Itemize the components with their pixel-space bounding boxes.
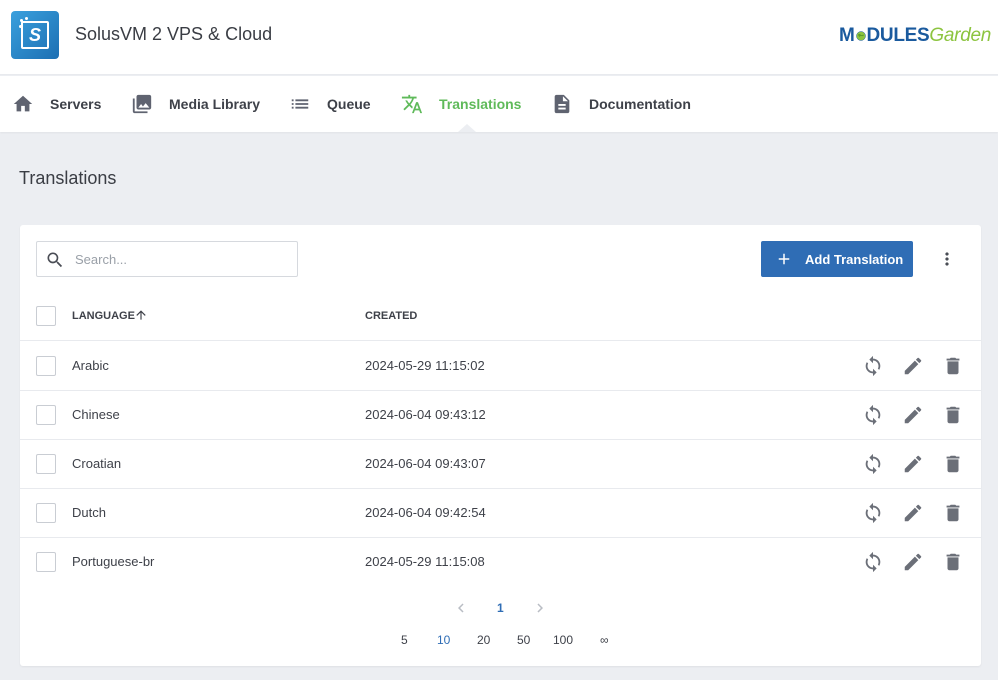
language-cell: Portuguese-br — [72, 554, 155, 569]
pagination: 1 — [20, 597, 981, 621]
document-icon — [554, 94, 570, 114]
sync-button[interactable] — [862, 404, 884, 426]
add-translation-button[interactable]: Add Translation — [761, 241, 913, 277]
edit-button[interactable] — [902, 551, 924, 573]
edit-button[interactable] — [902, 502, 924, 524]
table-row: Portuguese-br 2024-05-29 11:15:08 — [20, 538, 981, 587]
pencil-icon — [904, 504, 922, 522]
created-cell: 2024-06-04 09:43:07 — [365, 456, 486, 471]
sync-icon — [865, 453, 881, 475]
edit-button[interactable] — [902, 453, 924, 475]
search-input[interactable] — [75, 242, 290, 276]
translations-card: Add Translation LANGUAGE CREATED Arabic … — [20, 225, 981, 666]
row-checkbox[interactable] — [36, 356, 56, 376]
search-icon — [47, 252, 63, 268]
created-cell: 2024-05-29 11:15:08 — [365, 554, 485, 569]
page-size-option[interactable]: 20 — [477, 633, 490, 647]
column-header-language[interactable]: LANGUAGE — [72, 310, 135, 322]
trash-icon — [946, 504, 960, 522]
trash-icon — [946, 455, 960, 473]
table-header: LANGUAGE CREATED — [20, 292, 981, 341]
sort-ascending-icon[interactable] — [134, 308, 148, 322]
app-title: SolusVM 2 VPS & Cloud — [75, 24, 273, 44]
table-row: Chinese 2024-06-04 09:43:12 — [20, 391, 981, 440]
delete-button[interactable] — [942, 502, 964, 524]
pencil-icon — [904, 553, 922, 571]
image-library-icon — [132, 94, 152, 114]
delete-button[interactable] — [942, 551, 964, 573]
table-row: Croatian 2024-06-04 09:43:07 — [20, 440, 981, 489]
created-cell: 2024-06-04 09:42:54 — [365, 505, 486, 520]
sync-button[interactable] — [862, 453, 884, 475]
page-size-selector: 5 10 20 50 100 ∞ — [20, 633, 981, 653]
main-nav: Servers Media Library Queue Translations… — [0, 76, 998, 132]
home-icon — [13, 95, 33, 112]
row-checkbox[interactable] — [36, 454, 56, 474]
top-bar: S SolusVM 2 VPS & Cloud M DULES Garden — [0, 0, 998, 75]
sync-icon — [865, 551, 881, 573]
pencil-icon — [904, 406, 922, 424]
sync-icon — [865, 355, 881, 377]
plus-icon — [778, 253, 790, 265]
modulesgarden-logo: M DULES Garden — [839, 25, 991, 46]
language-cell: Arabic — [72, 358, 109, 373]
trash-icon — [946, 357, 960, 375]
page-size-option[interactable]: ∞ — [600, 633, 609, 647]
row-checkbox[interactable] — [36, 503, 56, 523]
sync-icon — [865, 502, 881, 524]
created-cell: 2024-06-04 09:43:12 — [365, 407, 486, 422]
delete-button[interactable] — [942, 355, 964, 377]
chevron-left-icon[interactable] — [452, 599, 470, 617]
delete-button[interactable] — [942, 404, 964, 426]
list-icon — [291, 99, 309, 109]
edit-button[interactable] — [902, 355, 924, 377]
sync-button[interactable] — [862, 355, 884, 377]
created-cell: 2024-05-29 11:15:02 — [365, 358, 485, 373]
page-title: Translations — [19, 168, 117, 188]
chevron-right-icon[interactable] — [531, 599, 549, 617]
page-size-option-selected[interactable]: 10 — [437, 633, 450, 647]
language-cell: Dutch — [72, 505, 106, 520]
nav-item-media-library[interactable]: Media Library — [131, 76, 260, 132]
page-size-option[interactable]: 50 — [517, 633, 530, 647]
sync-icon — [865, 404, 881, 426]
language-cell: Croatian — [72, 456, 122, 471]
column-header-created[interactable]: CREATED — [365, 310, 417, 322]
row-checkbox[interactable] — [36, 405, 56, 425]
solusvm-logo: S — [11, 11, 59, 59]
more-vertical-icon — [945, 252, 949, 266]
language-cell: Chinese — [72, 407, 120, 422]
trash-icon — [946, 553, 960, 571]
delete-button[interactable] — [942, 453, 964, 475]
nav-item-documentation[interactable]: Documentation — [551, 76, 691, 132]
table-row: Arabic 2024-05-29 11:15:02 — [20, 342, 981, 391]
globe-icon — [855, 31, 866, 41]
pencil-icon — [904, 455, 922, 473]
page-size-option[interactable]: 100 — [553, 633, 573, 647]
active-tab-indicator — [458, 124, 476, 132]
select-all-checkbox[interactable] — [36, 306, 56, 326]
more-options-button[interactable] — [937, 249, 957, 269]
sync-button[interactable] — [862, 551, 884, 573]
row-checkbox[interactable] — [36, 552, 56, 572]
nav-item-servers[interactable]: Servers — [12, 76, 101, 132]
nav-item-queue[interactable]: Queue — [289, 76, 371, 132]
search-box — [36, 241, 298, 277]
translate-icon — [401, 94, 423, 114]
page-size-option[interactable]: 5 — [401, 633, 408, 647]
trash-icon — [946, 406, 960, 424]
edit-button[interactable] — [902, 404, 924, 426]
pencil-icon — [904, 357, 922, 375]
table-row: Dutch 2024-06-04 09:42:54 — [20, 489, 981, 538]
page-number-current[interactable]: 1 — [497, 601, 504, 615]
sync-button[interactable] — [862, 502, 884, 524]
